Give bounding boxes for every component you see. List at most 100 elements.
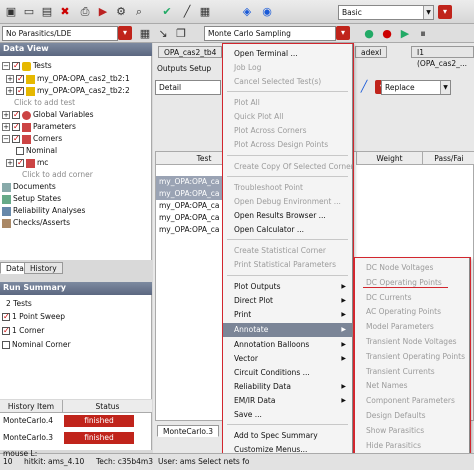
tree-tests[interactable]: − Tests [2,60,52,72]
plot-icon[interactable]: ╱ [357,80,371,94]
tab-history[interactable]: History [24,262,63,274]
table-row[interactable]: my_OPA:OPA_ca [156,200,224,212]
outputs-setup-tab[interactable]: Outputs Setup [157,64,211,73]
test1-checkbox[interactable] [16,73,24,85]
save-icon[interactable]: ▤ [40,5,54,19]
global-variables-checkbox[interactable] [12,109,20,121]
select-icon[interactable]: ▣ [4,5,18,19]
folder-icon[interactable]: ▭ [22,5,36,19]
documents-icon [2,182,11,192]
settings-icon[interactable]: ⚙ [114,5,128,19]
parasitics-dropdown-button[interactable]: ▾ [118,26,132,40]
mc-icon[interactable]: ◉ [260,5,274,19]
copy-icon[interactable]: ❐ [174,27,188,41]
nominal-checkbox[interactable] [16,147,24,155]
expand-icon[interactable]: + [6,87,14,95]
reliability-label: Reliability Analyses [13,206,86,215]
tree-test-1[interactable]: + my_OPA:OPA_cas2_tb2:1 [6,73,130,85]
history-row-2-item[interactable]: MonteCarlo.3 [3,433,53,442]
corners-checkbox[interactable] [12,133,20,145]
col-status[interactable]: Status [62,400,152,413]
run-icon[interactable]: ▶ [96,5,110,19]
col-pass-fail-label: Pass/Fai [434,154,464,163]
col-test-label: Test [196,154,212,163]
check-icon[interactable]: ✔ [160,5,174,19]
tab-history-label: History [30,264,57,273]
run-summary-title: Run Summary [3,283,67,292]
expand-icon[interactable]: + [6,159,14,167]
print-icon[interactable]: ⎙ [78,5,92,19]
table-row[interactable]: my_OPA:OPA_ca [156,188,224,200]
col-history-item[interactable]: History Item [0,400,62,413]
history-row-1-status: finished [64,415,134,427]
collapse-icon[interactable]: − [2,135,10,143]
tree-reliability[interactable]: Reliability Analyses [2,205,85,217]
setup-states-icon [2,194,11,204]
table-row[interactable]: my_OPA:OPA_ca [156,224,224,236]
hitkit-label: hitkit: ams_4.10 [24,457,85,466]
setup-states-label: Setup States [13,194,61,203]
zoom-icon[interactable]: ⌕ [132,5,146,19]
plot-icon[interactable]: ╱ [180,5,194,19]
parasitics-combo[interactable]: No Parasitics/LDE [2,26,118,41]
col-history-label: History Item [7,402,55,411]
sampling-combo[interactable]: Monte Carlo Sampling [204,26,336,41]
stop-sim-icon[interactable]: ● [380,27,394,41]
grid-icon[interactable]: ▦ [138,27,152,41]
nominal-label: Nominal [26,146,58,155]
summary-corner: 1 Corner [2,325,44,337]
tree-global-variables[interactable]: + Global Variables [2,109,94,121]
test1-label: my_OPA:OPA_cas2_tb2:1 [37,74,130,83]
run-sim-icon[interactable]: ● [362,27,376,41]
test2-label: my_OPA:OPA_cas2_tb2:2 [37,86,130,95]
table-icon[interactable]: ▦ [198,5,212,19]
sampling-dropdown-button[interactable]: ▾ [336,26,350,40]
tests-label: Tests [33,61,52,70]
tree-setup-states[interactable]: Setup States [2,193,61,205]
tree-test-2[interactable]: + my_OPA:OPA_cas2_tb2:2 [6,85,130,97]
col-weight[interactable]: Weight [356,152,422,165]
mc-checkbox[interactable] [16,157,24,169]
reliability-icon [2,206,11,216]
checks-label: Checks/Asserts [13,218,70,227]
add-test-row[interactable]: Click to add test [14,97,75,109]
tree-nominal[interactable]: Nominal [16,145,57,157]
expand-icon[interactable]: + [2,111,10,119]
mc-icon [26,158,35,168]
checks-icon [2,218,11,228]
detail-combo[interactable]: Detail [155,80,221,95]
expand-icon[interactable]: + [6,75,14,83]
tree-mc[interactable]: + mc [6,157,48,169]
pause-icon[interactable]: ⏸ [416,27,430,41]
tree-documents[interactable]: Documents [2,181,56,193]
corners-icon[interactable]: ◈ [240,5,254,19]
stop-icon[interactable]: ✖ [58,5,72,19]
history-row-1-item[interactable]: MonteCarlo.4 [3,416,53,425]
chevron-down-icon: ▼ [440,81,450,94]
corner-check-icon [2,325,10,337]
add-corner-row[interactable]: Click to add corner [22,169,93,181]
test2-checkbox[interactable] [16,85,24,97]
basic-dropdown-button[interactable]: ▾ [438,5,452,19]
tree-corners[interactable]: − Corners [2,133,62,145]
parameters-checkbox[interactable] [12,121,20,133]
col-status-label: Status [95,402,120,411]
col-pass-fail[interactable]: Pass/Fai [422,152,474,165]
replace-combo[interactable]: Replace ▼ [381,80,451,95]
arrow-icon[interactable]: ↘ [156,27,170,41]
collapse-icon[interactable]: − [2,62,10,70]
tests-checkbox[interactable] [12,60,20,72]
basic-combo[interactable]: Basic ▼ [338,5,434,20]
table-row[interactable]: my_OPA:OPA_ca [156,212,224,224]
tab-adexl[interactable]: adexl [355,46,388,58]
table-row[interactable]: my_OPA:OPA_ca [156,176,224,188]
tab-montecarlo-3[interactable]: MonteCarlo.3 [157,425,219,437]
expand-icon[interactable]: + [2,123,10,131]
summary-point-sweep: 1 Point Sweep [2,311,65,323]
tree-checks[interactable]: Checks/Asserts [2,217,70,229]
play-icon[interactable]: ▶ [398,27,412,41]
tree-parameters[interactable]: + Parameters [2,121,76,133]
tab-i1[interactable]: I1 (OPA_cas2_... [411,46,474,68]
tab-opa-cas2-tb4[interactable]: OPA_cas2_tb4 [158,46,223,58]
setup-toolbar: No Parasitics/LDE ▾ ▦ ↘ ❐ Monte Carlo Sa… [0,24,474,43]
